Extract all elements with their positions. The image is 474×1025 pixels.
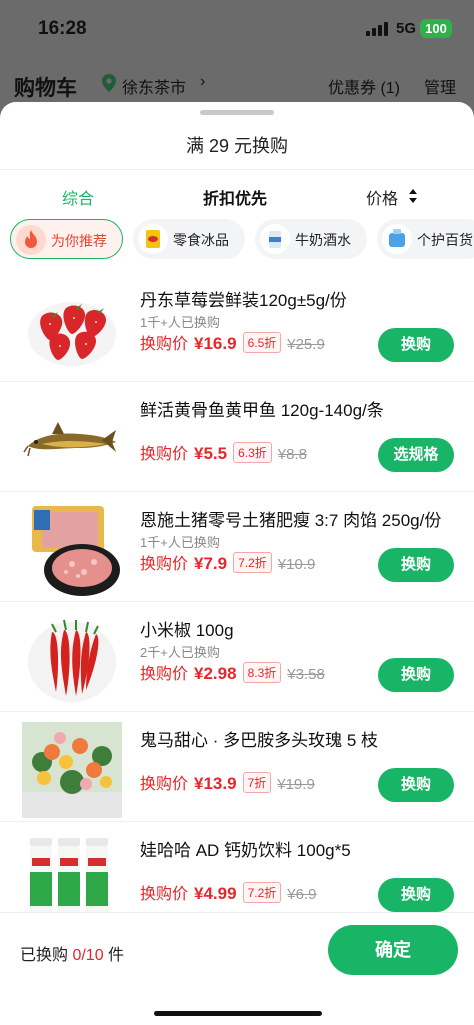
chip-label: 零食冰品 [173, 232, 229, 248]
exchange-price: ¥2.98 [194, 664, 237, 683]
original-price: ¥8.8 [277, 446, 307, 463]
network-type: 5G [396, 20, 417, 37]
chip-label: 为你推荐 [51, 233, 107, 249]
signal-icon [366, 22, 388, 36]
status-time: 16:28 [38, 18, 87, 39]
discount-badge: 7.2折 [233, 552, 272, 573]
product-row[interactable]: 鬼马甜心 · 多巴胺多头玫瑰 5 枝 换购价 ¥13.9 7折 ¥19.9 换购 [0, 712, 474, 822]
exchange-price: ¥16.9 [194, 334, 237, 353]
exchange-button[interactable]: 换购 [378, 328, 454, 362]
price-label: 换购价 [140, 556, 189, 573]
chip-label: 个护百货 [417, 232, 473, 248]
exchange-count-prefix: 已换购 [20, 947, 73, 964]
exchange-price: ¥13.9 [194, 774, 237, 793]
divider [0, 169, 474, 170]
location-pin-icon [102, 74, 116, 92]
snack-bag-icon [138, 224, 168, 254]
yellow-catfish-image [23, 422, 116, 457]
price-line: 换购价 ¥16.9 6.5折 ¥25.9 [140, 330, 325, 353]
tab-discount-first[interactable]: 折扣优先 [203, 185, 267, 209]
exchange-count-suffix: 件 [103, 947, 125, 964]
product-name: 鬼马甜心 · 多巴胺多头玫瑰 5 枝 [140, 731, 379, 750]
battery-icon: 100 [420, 19, 452, 38]
original-price: ¥25.9 [287, 336, 325, 353]
price-label: 换购价 [140, 776, 189, 793]
toiletries-icon [382, 224, 412, 254]
price-label: 换购价 [140, 336, 189, 353]
product-name: 小米椒 100g [140, 621, 234, 640]
sold-count: 1千+人已换购 [140, 535, 220, 550]
product-name: 恩施土猪零号土猪肥瘦 3:7 肉馅 250g/份 [140, 511, 442, 530]
product-row[interactable]: 恩施土猪零号土猪肥瘦 3:7 肉馅 250g/份 1千+人已换购 换购价 ¥7.9… [0, 492, 474, 602]
status-bar: 16:28 5G 100 [0, 0, 474, 56]
tab-price[interactable]: 价格 [366, 185, 398, 209]
exchange-price: ¥4.99 [194, 884, 237, 903]
discount-badge: 7折 [242, 772, 272, 793]
price-line: 换购价 ¥7.9 7.2折 ¥10.9 [140, 550, 316, 573]
product-name: 娃哈哈 AD 钙奶饮料 100g*5 [140, 841, 351, 860]
original-price: ¥10.9 [277, 556, 316, 573]
red-chili-image [28, 619, 116, 702]
exchange-price: ¥5.5 [194, 444, 228, 463]
chip-milk-drinks[interactable]: 牛奶酒水 [255, 219, 367, 259]
sold-count: 2千+人已换购 [140, 645, 220, 660]
discount-badge: 6.3折 [233, 442, 272, 463]
exchange-price: ¥7.9 [194, 554, 228, 573]
strawberries-image [28, 302, 116, 366]
chevron-right-icon: › [200, 73, 206, 90]
chip-recommended[interactable]: 为你推荐 [10, 219, 123, 259]
product-name: 丹东草莓尝鲜装120g±5g/份 [140, 291, 347, 310]
minced-pork-image [32, 506, 120, 596]
drag-handle[interactable] [200, 110, 274, 115]
discount-badge: 7.2折 [242, 882, 282, 903]
sort-arrows-icon [409, 189, 417, 203]
price-label: 换购价 [140, 446, 189, 463]
exchange-count: 已换购 0/10 件 [20, 941, 124, 965]
manage-button[interactable]: 管理 [424, 74, 456, 98]
confirm-button[interactable]: 确定 [328, 925, 458, 975]
home-indicator [154, 1011, 322, 1016]
roses-bouquet-image [22, 722, 122, 818]
price-line: 换购价 ¥13.9 7折 ¥19.9 [140, 770, 315, 793]
price-label: 换购价 [140, 666, 189, 683]
price-label: 换购价 [140, 886, 189, 903]
discount-badge: 8.3折 [242, 662, 282, 683]
original-price: ¥6.9 [287, 886, 317, 903]
coupon-link[interactable]: 优惠券 (1) [328, 74, 400, 98]
product-name: 鲜活黄骨鱼黄甲鱼 120g-140g/条 [140, 401, 384, 420]
cart-header: 购物车 徐东茶市 › 优惠券 (1) 管理 [0, 60, 474, 106]
tab-comprehensive[interactable]: 综合 [62, 185, 94, 209]
original-price: ¥3.58 [287, 666, 325, 683]
exchange-button[interactable]: 换购 [378, 548, 454, 582]
page-title: 购物车 [14, 77, 77, 100]
chip-snacks[interactable]: 零食冰品 [133, 219, 245, 259]
original-price: ¥19.9 [277, 776, 315, 793]
product-row[interactable]: 小米椒 100g 2千+人已换购 换购价 ¥2.98 8.3折 ¥3.58 换购 [0, 602, 474, 712]
discount-badge: 6.5折 [242, 332, 282, 353]
chip-personal-care[interactable]: 个护百货 [377, 219, 474, 259]
price-line: 换购价 ¥4.99 7.2折 ¥6.9 [140, 880, 317, 903]
product-row[interactable]: 鲜活黄骨鱼黄甲鱼 120g-140g/条 换购价 ¥5.5 6.3折 ¥8.8 选规格 [0, 382, 474, 492]
footer-bar: 已换购 0/10 件 确定 [0, 912, 474, 1025]
exchange-button[interactable]: 换购 [378, 768, 454, 802]
sold-count: 1千+人已换购 [140, 315, 220, 330]
flame-icon [16, 225, 46, 255]
chip-label: 牛奶酒水 [295, 232, 351, 248]
milk-carton-icon [260, 224, 290, 254]
sheet-title: 满 29 元换购 [185, 136, 289, 156]
price-line: 换购价 ¥5.5 6.3折 ¥8.8 [140, 440, 307, 463]
exchange-count-value: 0/10 [72, 947, 104, 964]
product-row[interactable]: 丹东草莓尝鲜装120g±5g/份 1千+人已换购 换购价 ¥16.9 6.5折 ¥25… [0, 272, 474, 382]
exchange-sheet: 满 29 元换购 综合 折扣优先 价格 为你推荐 零食冰品 牛奶酒水 个护百货 … [0, 102, 474, 1025]
price-line: 换购价 ¥2.98 8.3折 ¥3.58 [140, 660, 325, 683]
choose-spec-button[interactable]: 选规格 [378, 438, 454, 472]
exchange-button[interactable]: 换购 [378, 878, 454, 912]
location-selector[interactable]: 徐东茶市 [122, 74, 186, 98]
exchange-button[interactable]: 换购 [378, 658, 454, 692]
